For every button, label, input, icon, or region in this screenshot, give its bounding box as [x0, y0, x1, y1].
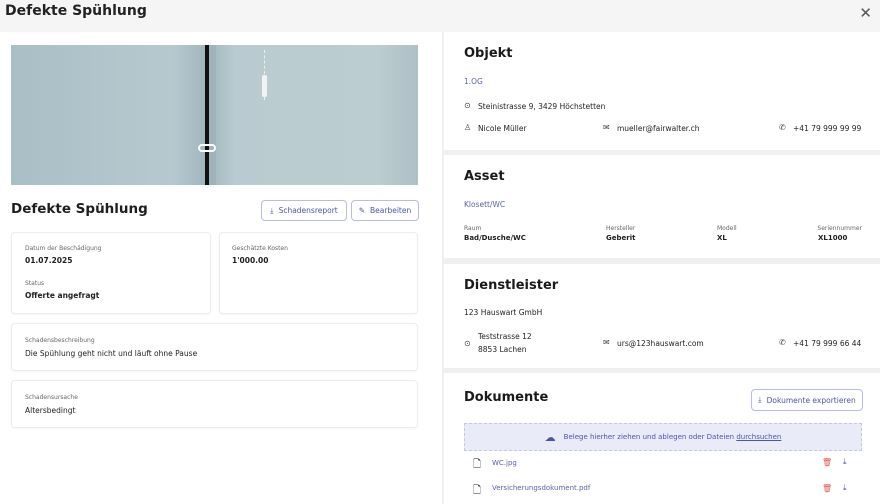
damage-photo[interactable]: [11, 45, 418, 185]
asset-field-label: Seriennummer: [817, 225, 862, 232]
dienstleister-phone: +41 79 999 66 44: [793, 339, 862, 348]
dienstleister-name: 123 Hauswart GmbH: [464, 308, 543, 317]
damage-details-pane: Defekte Spühlung ⤓ Schadensreport ✎ Bearbe…: [0, 32, 442, 504]
phone-icon: ✆: [779, 338, 786, 347]
dienstleister-card: Dienstleister 123 Hauswart GmbH ⊙ Testst…: [444, 264, 880, 368]
download-icon: ⤓: [758, 395, 762, 404]
status-label: Status: [25, 280, 45, 287]
objekt-address: Steinistrasse 9, 3429 Höchstetten: [478, 102, 606, 111]
close-icon[interactable]: ✕: [859, 4, 872, 22]
modal-header: Defekte Spühlung ✕: [0, 0, 880, 32]
edit-label: Bearbeiten: [370, 206, 412, 215]
file-icon: 🗋: [473, 485, 482, 496]
status-value: Offerte angefragt: [25, 291, 100, 300]
location-icon: ⊙: [464, 339, 471, 348]
edit-button[interactable]: ✎ Bearbeiten: [351, 200, 419, 221]
dienstleister-title: Dienstleister: [464, 278, 559, 293]
asset-field-value: XL: [717, 234, 727, 242]
drop-zone-text: Belege hierher ziehen und ablegen oder D…: [563, 433, 735, 441]
objekt-email: mueller@fairwalter.ch: [617, 124, 700, 133]
dokumente-card: Dokumente ⤓ Dokumente exportieren ☁ Beleg…: [444, 373, 880, 504]
asset-card: Asset Klosett/WC Raum Bad/Dusche/WC Hers…: [444, 155, 880, 258]
objekt-unit-link[interactable]: 1.OG: [464, 77, 483, 86]
asset-field-value: Geberit: [606, 234, 636, 242]
dokumente-title: Dokumente: [464, 390, 549, 405]
objekt-card: Objekt 1.OG ⊙ Steinistrasse 9, 3429 Höch…: [444, 32, 880, 150]
person-icon: ♙: [464, 123, 472, 132]
location-icon: ⊙: [464, 101, 471, 110]
asset-field-label: Raum: [464, 225, 482, 232]
damage-report-button[interactable]: ⤓ Schadensreport: [261, 200, 347, 221]
dienstleister-city: 8853 Lachen: [478, 345, 527, 354]
file-drop-zone[interactable]: ☁ Belege hierher ziehen und ablegen oder…: [464, 423, 862, 451]
description-value: Die Spühlung geht nicht und läuft ohne P…: [25, 349, 198, 358]
download-icon[interactable]: ⤓: [843, 483, 847, 493]
date-status-card: Datum der Beschädigung 01.07.2025 Status…: [11, 232, 211, 314]
damage-date-label: Datum der Beschädigung: [25, 245, 102, 252]
asset-name-link[interactable]: Klosett/WC: [464, 200, 505, 209]
export-documents-button[interactable]: ⤓ Dokumente exportieren: [751, 389, 863, 411]
asset-field-label: Modell: [717, 225, 737, 232]
edit-icon: ✎: [358, 206, 366, 215]
damage-report-label: Schadensreport: [278, 206, 338, 215]
phone-icon: ✆: [779, 123, 786, 132]
cause-label: Schadensursache: [25, 394, 78, 401]
download-icon[interactable]: ⤓: [843, 457, 847, 467]
damage-date-value: 01.07.2025: [25, 256, 73, 265]
asset-field-value: Bad/Dusche/WC: [464, 234, 526, 242]
delete-icon[interactable]: 🗑: [822, 458, 832, 467]
cost-value: 1'000.00: [232, 256, 269, 265]
asset-title: Asset: [464, 169, 505, 184]
cloud-upload-icon: ☁: [544, 430, 556, 444]
cost-label: Geschätzte Kosten: [232, 245, 288, 252]
asset-field-value: XL1000: [818, 234, 848, 242]
description-card: Schadensbeschreibung Die Spühlung geht n…: [11, 323, 418, 371]
browse-files-link[interactable]: durchsuchen: [736, 433, 781, 441]
cost-card: Geschätzte Kosten 1'000.00: [219, 232, 418, 314]
modal-title: Defekte Spühlung: [5, 3, 147, 19]
objekt-person: Nicole Müller: [478, 124, 527, 133]
file-name-link[interactable]: Versicherungsdokument.pdf: [492, 484, 590, 492]
cause-value: Altersbedingt: [25, 406, 76, 415]
export-documents-label: Dokumente exportieren: [766, 395, 856, 405]
objekt-title: Objekt: [464, 46, 513, 61]
delete-icon[interactable]: 🗑: [822, 484, 832, 493]
description-label: Schadensbeschreibung: [25, 337, 95, 344]
objekt-phone: +41 79 999 99 99: [793, 124, 862, 133]
cause-card: Schadensursache Altersbedingt: [11, 380, 418, 428]
mail-icon: ✉: [603, 338, 610, 347]
asset-field-label: Hersteller: [606, 225, 636, 232]
dienstleister-email: urs@123hauswart.com: [617, 339, 704, 348]
download-icon: ⤓: [270, 205, 274, 215]
damage-title: Defekte Spühlung: [11, 201, 148, 217]
info-pane: Objekt 1.OG ⊙ Steinistrasse 9, 3429 Höch…: [442, 32, 880, 504]
mail-icon: ✉: [603, 123, 610, 132]
dienstleister-street: Teststrasse 12: [478, 332, 532, 341]
file-icon: 🗋: [473, 459, 482, 470]
file-name-link[interactable]: WC.jpg: [492, 459, 517, 467]
